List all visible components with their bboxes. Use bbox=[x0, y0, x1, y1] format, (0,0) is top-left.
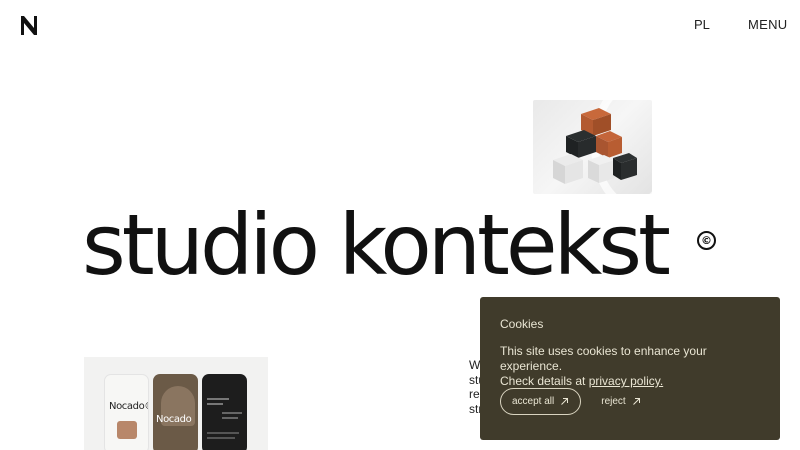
stacked-boxes-illustration bbox=[553, 100, 652, 194]
arrow-up-right-icon bbox=[632, 398, 640, 405]
product-image bbox=[117, 421, 137, 439]
text-line bbox=[207, 398, 229, 400]
phone-mockup bbox=[202, 374, 247, 450]
text-line bbox=[222, 417, 238, 419]
cookie-description: This site uses cookies to enhance your e… bbox=[500, 344, 760, 389]
phone-brand-text: Nocado bbox=[156, 414, 192, 425]
hero-title: studio kontekst bbox=[82, 196, 671, 294]
phone-mockup: Nocado® bbox=[104, 374, 149, 450]
reject-label: reject bbox=[601, 396, 626, 407]
language-switch-link[interactable]: PL bbox=[694, 17, 710, 32]
project-thumbnail[interactable]: Nocado® Nocado bbox=[84, 357, 268, 450]
cookie-text-line: This site uses cookies to enhance your e… bbox=[500, 344, 707, 373]
privacy-policy-link[interactable]: privacy policy. bbox=[589, 374, 663, 388]
arrow-up-right-icon bbox=[561, 398, 569, 405]
logo-icon[interactable] bbox=[19, 15, 39, 36]
accept-all-label: accept all bbox=[512, 396, 555, 407]
accept-all-button[interactable]: accept all bbox=[500, 388, 582, 415]
cookie-actions: accept all reject bbox=[500, 388, 641, 415]
phone-mockup: Nocado bbox=[153, 374, 198, 450]
text-line bbox=[207, 403, 223, 405]
cookie-text-prefix: Check details at bbox=[500, 374, 589, 388]
copyright-icon: © bbox=[697, 231, 716, 250]
reject-button[interactable]: reject bbox=[601, 396, 640, 407]
cookie-banner: Cookies This site uses cookies to enhanc… bbox=[480, 297, 780, 440]
cookie-title: Cookies bbox=[500, 317, 544, 331]
phone-brand-text: Nocado® bbox=[109, 401, 148, 412]
menu-button[interactable]: MENU bbox=[748, 17, 787, 32]
text-line bbox=[207, 432, 239, 434]
hero-product-image bbox=[533, 100, 652, 194]
text-line bbox=[222, 412, 242, 414]
text-line bbox=[207, 437, 235, 439]
cookie-text-line: Check details at privacy policy. bbox=[500, 374, 760, 389]
